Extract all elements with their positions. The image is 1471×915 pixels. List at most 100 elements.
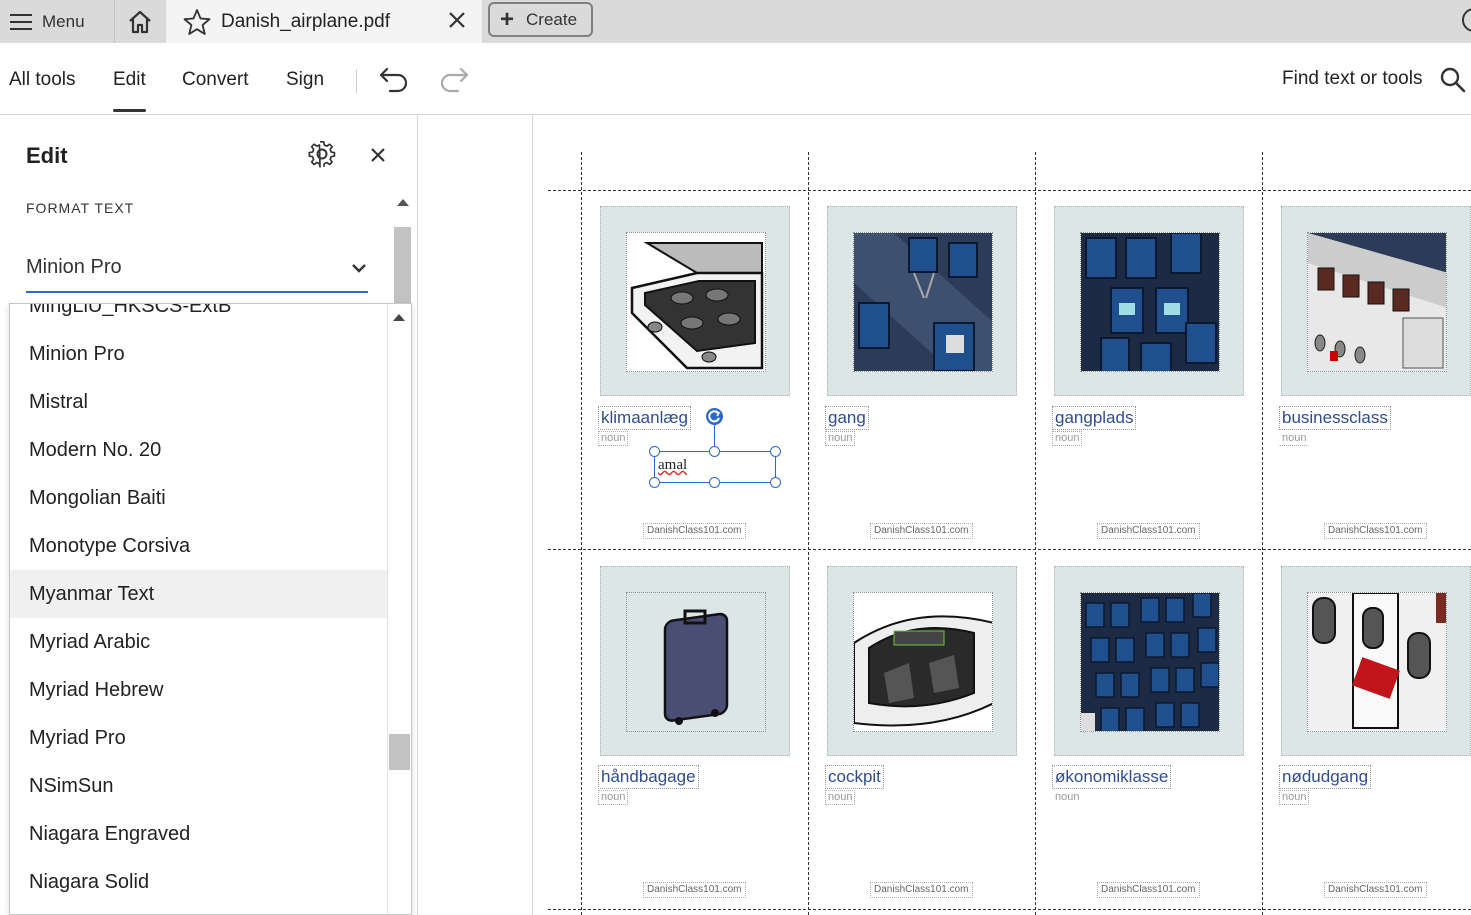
- flashcard-word[interactable]: gang: [825, 406, 869, 430]
- section-label: FORMAT TEXT: [26, 200, 135, 216]
- business-class-illustration: [1307, 232, 1447, 372]
- font-option[interactable]: Mistral: [10, 378, 387, 426]
- resize-handle[interactable]: [709, 446, 720, 457]
- flashcard-image[interactable]: [1281, 566, 1471, 756]
- flashcard-pos[interactable]: noun: [598, 790, 629, 805]
- flashcard-image[interactable]: [600, 566, 790, 756]
- flashcard-pos[interactable]: noun: [598, 431, 629, 446]
- flashcard-word[interactable]: håndbagage: [598, 765, 699, 789]
- document-tab-title: Danish_airplane.pdf: [221, 10, 391, 32]
- panel-title: Edit: [26, 143, 68, 168]
- tab-all-tools[interactable]: All tools: [9, 69, 76, 91]
- font-option[interactable]: Mongolian Baiti: [10, 474, 387, 522]
- flashcard-pos[interactable]: noun: [825, 431, 856, 446]
- tab-bar: Menu Danish_airplane.pdf + Create: [0, 0, 1471, 43]
- cut-line: [581, 152, 582, 915]
- font-family-select[interactable]: Minion Pro: [26, 253, 368, 293]
- toolbar-divider: [356, 69, 357, 93]
- font-option[interactable]: MingLiU_HKSCS-ExtB: [10, 304, 387, 330]
- cockpit-illustration: [853, 592, 993, 732]
- flashcard-pos[interactable]: noun: [1052, 431, 1083, 446]
- tab-edit[interactable]: Edit: [113, 69, 146, 112]
- font-option[interactable]: Niagara Solid: [10, 858, 387, 906]
- dropdown-scrollbar-thumb[interactable]: [389, 734, 410, 770]
- flashcard-image[interactable]: [827, 206, 1017, 396]
- account-icon[interactable]: [1462, 8, 1471, 32]
- flashcard-image[interactable]: [827, 566, 1017, 756]
- flashcard-image[interactable]: [1054, 206, 1244, 396]
- undo-icon[interactable]: [378, 65, 410, 93]
- search-icon[interactable]: [1439, 66, 1467, 94]
- flashcard-word[interactable]: nødudgang: [1279, 765, 1372, 789]
- flashcard-footer[interactable]: DanishClass101.com: [1324, 523, 1427, 539]
- flashcard-footer[interactable]: DanishClass101.com: [643, 882, 746, 898]
- document-tab[interactable]: Danish_airplane.pdf: [166, 0, 482, 43]
- font-option[interactable]: Monotype Corsiva: [10, 522, 387, 570]
- font-option[interactable]: Myriad Hebrew: [10, 666, 387, 714]
- toolbar: All tools Edit Convert Sign Find text or…: [0, 43, 1471, 115]
- create-button[interactable]: + Create: [488, 2, 593, 37]
- flashcard-footer[interactable]: DanishClass101.com: [1097, 523, 1200, 539]
- close-tab-icon[interactable]: [446, 9, 468, 31]
- flashcard-footer[interactable]: DanishClass101.com: [870, 882, 973, 898]
- rotate-handle-icon[interactable]: [706, 408, 723, 425]
- font-option[interactable]: Niagara Engraved: [10, 810, 387, 858]
- flashcard-word[interactable]: gangplads: [1052, 406, 1137, 430]
- flashcard-word[interactable]: cockpit: [825, 765, 884, 789]
- menu-label: Menu: [42, 11, 85, 31]
- flashcard-word[interactable]: klimaanlæg: [598, 406, 691, 430]
- font-option[interactable]: Myanmar Text: [10, 570, 387, 618]
- find-text-label[interactable]: Find text or tools: [1282, 68, 1422, 90]
- flashcard-image[interactable]: [1054, 566, 1244, 756]
- resize-handle[interactable]: [709, 477, 720, 488]
- air-conditioner-illustration: [626, 232, 766, 372]
- tab-convert[interactable]: Convert: [182, 69, 249, 91]
- dropdown-scroll-up-arrow[interactable]: [393, 314, 405, 321]
- close-icon[interactable]: [368, 145, 388, 165]
- carry-on-luggage-illustration: [626, 592, 766, 732]
- font-option[interactable]: Modern No. 20: [10, 426, 387, 474]
- flashcard-word[interactable]: businessclass: [1279, 406, 1391, 430]
- home-button[interactable]: [114, 0, 164, 43]
- font-option[interactable]: Myriad Arabic: [10, 618, 387, 666]
- cut-line: [808, 152, 809, 915]
- flashcard-pos[interactable]: noun: [1279, 790, 1310, 805]
- flashcard-footer[interactable]: DanishClass101.com: [870, 523, 973, 539]
- aisle-illustration: [853, 232, 993, 372]
- cut-line: [548, 549, 1471, 550]
- flashcard-footer[interactable]: DanishClass101.com: [1324, 882, 1427, 898]
- cut-line: [1035, 152, 1036, 915]
- resize-handle[interactable]: [649, 477, 660, 488]
- tab-sign[interactable]: Sign: [286, 69, 324, 91]
- dropdown-scrollbar[interactable]: [387, 304, 411, 914]
- hamburger-icon: [10, 13, 32, 30]
- flashcard-word[interactable]: økonomiklasse: [1052, 765, 1172, 789]
- resize-handle[interactable]: [770, 446, 781, 457]
- font-dropdown-list: MingLiU_HKSCS-ExtB Minion Pro Mistral Moder…: [9, 303, 412, 915]
- flashcard-image[interactable]: [600, 206, 790, 396]
- page-edge: [532, 115, 533, 915]
- flashcard-footer[interactable]: DanishClass101.com: [1097, 882, 1200, 898]
- flashcard-footer[interactable]: DanishClass101.com: [643, 523, 746, 539]
- star-icon[interactable]: [183, 8, 211, 36]
- cut-line: [548, 190, 1471, 191]
- chevron-down-icon: [352, 264, 366, 273]
- menu-button[interactable]: Menu: [0, 0, 113, 43]
- text-edit-content[interactable]: amal: [658, 457, 687, 474]
- cut-line: [548, 909, 1471, 910]
- font-list: MingLiU_HKSCS-ExtB Minion Pro Mistral Moder…: [10, 304, 387, 906]
- economy-class-illustration: [1080, 592, 1220, 732]
- gear-icon[interactable]: [307, 139, 337, 169]
- font-option[interactable]: Myriad Pro: [10, 714, 387, 762]
- resize-handle[interactable]: [770, 477, 781, 488]
- flashcard-image[interactable]: [1281, 206, 1471, 396]
- font-family-value: Minion Pro: [26, 256, 122, 278]
- flashcard-pos[interactable]: noun: [1279, 431, 1310, 446]
- font-option[interactable]: NSimSun: [10, 762, 387, 810]
- scroll-up-arrow[interactable]: [397, 199, 409, 206]
- redo-icon[interactable]: [438, 65, 470, 93]
- flashcard-pos[interactable]: noun: [1052, 790, 1082, 805]
- font-option[interactable]: Minion Pro: [10, 330, 387, 378]
- flashcard-pos[interactable]: noun: [825, 790, 856, 805]
- resize-handle[interactable]: [649, 446, 660, 457]
